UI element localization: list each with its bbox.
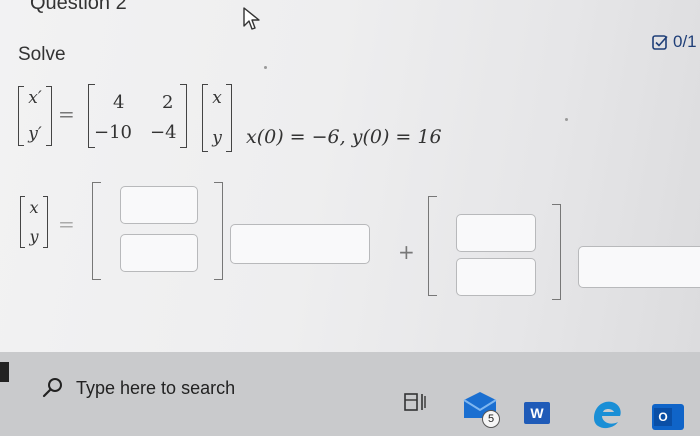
exponent1-input[interactable] [230, 224, 370, 264]
bracket-right [46, 86, 52, 146]
score-indicator[interactable]: 0/1 [652, 32, 697, 52]
derivative-y: y′ [28, 124, 42, 144]
task-view-icon[interactable] [402, 390, 428, 416]
derivative-vector: x′ y′ [24, 88, 46, 144]
search-icon [42, 378, 62, 398]
edge-browser-icon[interactable] [590, 398, 624, 430]
matrix-a21: −10 [94, 122, 132, 143]
answer-state-vector: x y [25, 198, 43, 246]
question-title: Question 2 [30, 0, 127, 14]
answer-x: x [29, 198, 39, 217]
equals-sign: = [58, 102, 75, 126]
matrix-a12: 2 [162, 92, 174, 113]
bracket-right [552, 204, 561, 300]
matrix-bracket-right [180, 84, 187, 148]
plus-sign: + [398, 240, 415, 264]
instruction-text: Solve [18, 44, 66, 65]
answer-y: y [29, 227, 39, 246]
vector2-entry2-input[interactable] [456, 258, 536, 296]
search-placeholder: Type here to search [76, 377, 236, 398]
quiz-page: Question 2 0/1 Solve x′ y′ = 4 2 −10 −4 … [0, 0, 700, 352]
bracket-left [428, 196, 437, 296]
taskbar-search[interactable]: Type here to search [30, 360, 380, 416]
windows-taskbar: Type here to search 5 W O [0, 352, 700, 436]
checkbox-icon [652, 34, 668, 50]
state-vector: x y [208, 88, 226, 148]
bracket-right [226, 84, 232, 152]
outlook-app-icon[interactable]: O [652, 404, 684, 430]
mail-count-badge: 5 [482, 410, 500, 428]
bracket-right [214, 182, 223, 280]
word-app-icon[interactable]: W [524, 402, 550, 424]
equals-sign: = [58, 212, 75, 236]
initial-conditions: x(0) = −6, y(0) = 16 [246, 126, 442, 148]
matrix-a22: −4 [150, 122, 177, 143]
bracket-right [43, 196, 48, 248]
mouse-cursor-icon [243, 7, 260, 30]
score-text: 0/1 [673, 32, 697, 51]
bracket-left [92, 182, 101, 280]
vector1-entry1-input[interactable] [120, 186, 198, 224]
decorative-dot [565, 118, 568, 121]
matrix-a11: 4 [113, 92, 125, 113]
state-y: y [212, 128, 222, 148]
outlook-letter: O [654, 408, 672, 426]
decorative-dot [264, 66, 267, 69]
vector2-entry1-input[interactable] [456, 214, 536, 252]
derivative-x: x′ [28, 88, 42, 108]
state-x: x [212, 88, 222, 108]
vector1-entry2-input[interactable] [120, 234, 198, 272]
mail-app-icon[interactable]: 5 [462, 390, 502, 430]
start-edge[interactable] [0, 362, 9, 382]
exponent2-input[interactable] [578, 246, 700, 288]
